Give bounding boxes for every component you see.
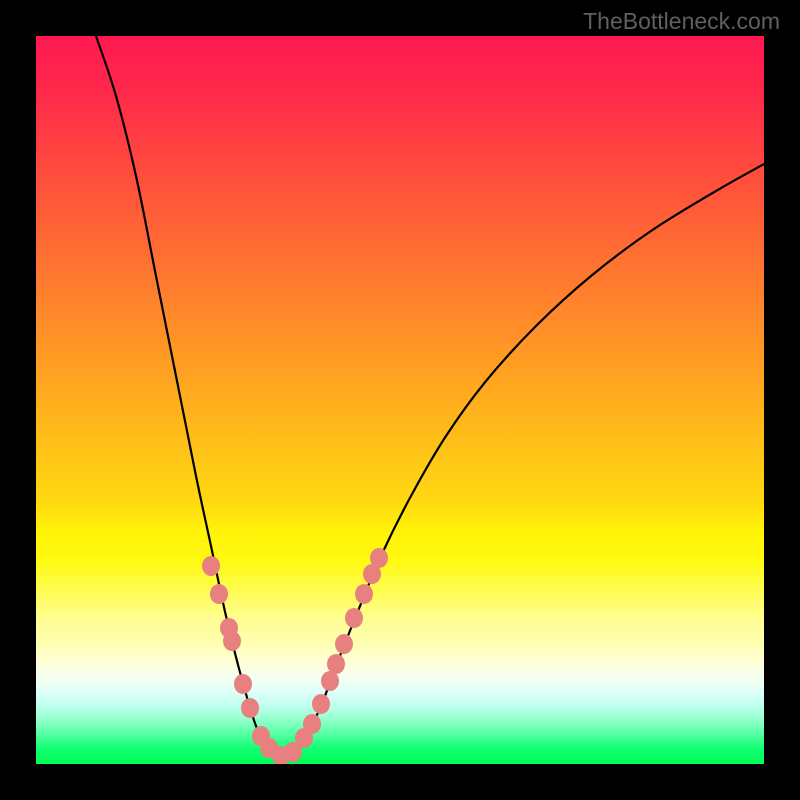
data-marker	[303, 714, 321, 734]
data-marker	[223, 631, 241, 651]
data-marker	[210, 584, 228, 604]
data-marker	[234, 674, 252, 694]
plot-area	[36, 36, 764, 764]
watermark-text: TheBottleneck.com	[583, 8, 780, 35]
data-markers	[202, 548, 388, 764]
data-marker	[335, 634, 353, 654]
data-marker	[327, 654, 345, 674]
data-marker	[370, 548, 388, 568]
data-marker	[202, 556, 220, 576]
data-marker	[355, 584, 373, 604]
data-marker	[312, 694, 330, 714]
chart-svg	[36, 36, 764, 764]
data-marker	[321, 671, 339, 691]
bottleneck-curve	[96, 36, 764, 756]
data-marker	[345, 608, 363, 628]
data-marker	[241, 698, 259, 718]
